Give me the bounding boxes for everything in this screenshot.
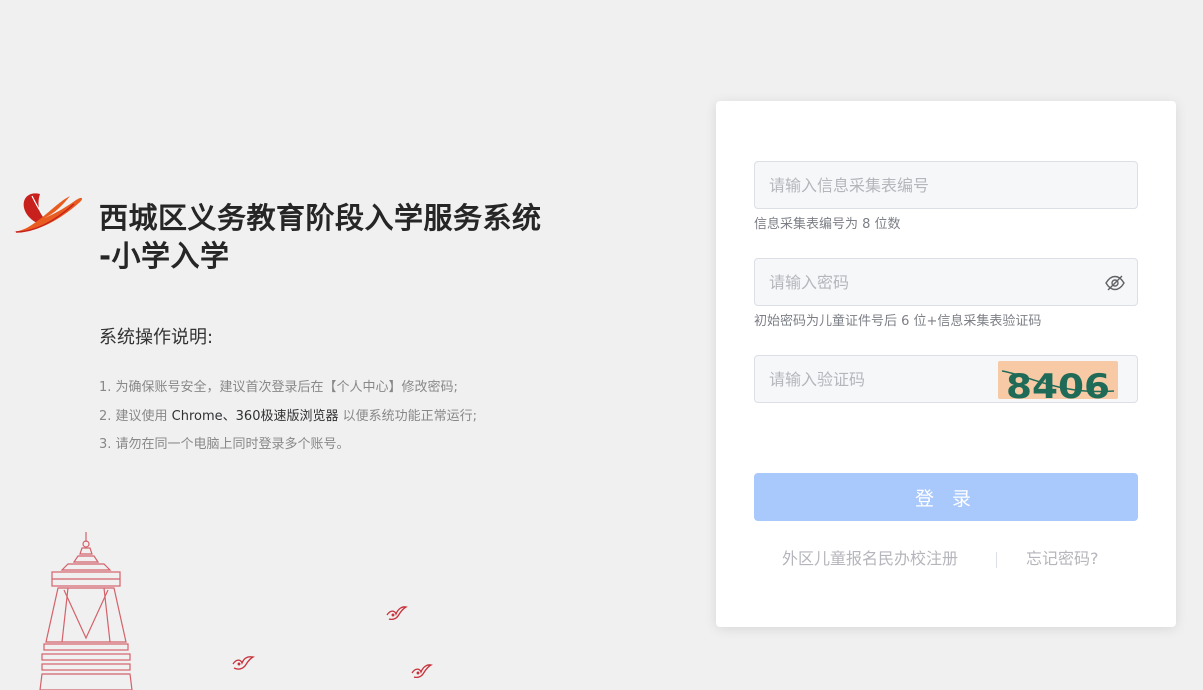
- instructions-title: 系统操作说明:: [99, 327, 214, 348]
- form-code-hint: 信息采集表编号为 8 位数: [754, 217, 901, 232]
- instruction-item: 2. 建议使用 Chrome、360极速版浏览器 以便系统功能正常运行;: [99, 403, 477, 432]
- password-hint: 初始密码为儿童证件号后 6 位+信息采集表验证码: [754, 314, 1042, 329]
- instructions-list: 1. 为确保账号安全，建议首次登录后在【个人中心】修改密码; 2. 建议使用 C…: [99, 374, 477, 460]
- logo-icon: [14, 193, 83, 233]
- page-title: 西城区义务教育阶段入学服务系统 -小学入学: [99, 199, 599, 275]
- eye-off-icon[interactable]: [1105, 274, 1125, 292]
- form-code-field: [754, 161, 1138, 209]
- instruction-item: 3. 请勿在同一个电脑上同时登录多个账号。: [99, 437, 350, 452]
- form-code-input[interactable]: [755, 162, 1137, 208]
- captcha-text: 8406: [1006, 367, 1110, 399]
- captcha-graphic: 8406: [1001, 367, 1115, 399]
- instruction-text: 2. 建议使用: [99, 408, 172, 424]
- page-title-line1: 西城区义务教育阶段入学服务系统: [99, 201, 542, 235]
- register-link[interactable]: 外区儿童报名民办校注册: [782, 549, 958, 569]
- bird-icon: [232, 656, 255, 670]
- forgot-password-link[interactable]: 忘记密码?: [1026, 549, 1099, 569]
- instruction-text: 以便系统功能正常运行;: [338, 408, 477, 424]
- password-field: [754, 258, 1138, 306]
- login-button[interactable]: 登 录: [754, 473, 1138, 521]
- bird-icon: [386, 606, 408, 621]
- captcha-field: 8406: [754, 355, 1138, 403]
- password-input[interactable]: [755, 259, 1137, 305]
- instruction-item: 1. 为确保账号安全，建议首次登录后在【个人中心】修改密码;: [99, 380, 458, 395]
- browser-recommendation: Chrome、360极速版浏览器: [171, 408, 339, 424]
- pagoda-illustration: [39, 532, 133, 690]
- captcha-image[interactable]: 8406: [998, 361, 1118, 399]
- bird-icon: [411, 664, 433, 679]
- link-divider: [996, 552, 997, 568]
- page-title-line2: -小学入学: [99, 239, 230, 273]
- login-card: 信息采集表编号为 8 位数 初始密码为儿童证件号后 6 位+信息采集表验证码 8…: [716, 101, 1176, 627]
